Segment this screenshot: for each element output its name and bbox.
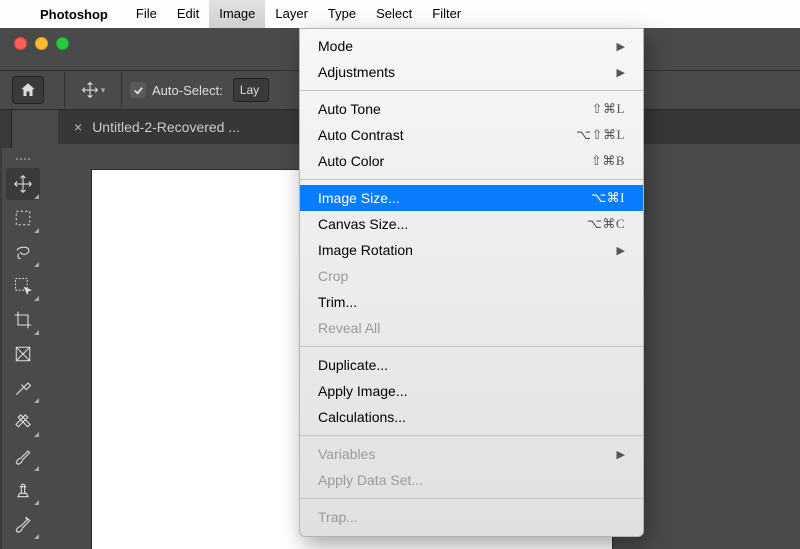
menu-item-shortcut: ⌥⇧⌘L (576, 127, 625, 143)
menu-filter[interactable]: Filter (422, 0, 471, 28)
crop-tool[interactable] (6, 304, 40, 336)
checkbox-checked-icon (130, 82, 146, 98)
image-menu-dropdown: Mode▶Adjustments▶Auto Tone⇧⌘LAuto Contra… (299, 28, 644, 537)
auto-select-target-dropdown[interactable]: Lay (233, 78, 269, 102)
menu-item-label: Image Rotation (318, 242, 617, 258)
menu-file[interactable]: File (126, 0, 167, 28)
home-icon (19, 81, 37, 99)
menu-item-duplicate[interactable]: Duplicate... (300, 352, 643, 378)
menu-item-apply-image[interactable]: Apply Image... (300, 378, 643, 404)
menu-layer[interactable]: Layer (265, 0, 318, 28)
document-tab[interactable]: × Untitled-2-Recovered ... (74, 119, 240, 135)
divider (64, 72, 65, 108)
menu-item-shortcut: ⇧⌘B (591, 153, 625, 169)
menu-separator (300, 435, 643, 436)
menu-type[interactable]: Type (318, 0, 366, 28)
dropdown-value: Lay (240, 83, 259, 97)
menu-separator (300, 346, 643, 347)
menu-item-label: Canvas Size... (318, 216, 587, 232)
mac-menubar: Photoshop File Edit Image Layer Type Sel… (0, 0, 800, 28)
menu-item-label: Duplicate... (318, 357, 625, 373)
menu-item-label: Calculations... (318, 409, 625, 425)
menu-item-label: Auto Contrast (318, 127, 576, 143)
menu-item-label: Auto Color (318, 153, 591, 169)
menu-item-auto-tone[interactable]: Auto Tone⇧⌘L (300, 96, 643, 122)
menu-separator (300, 498, 643, 499)
home-button[interactable] (12, 76, 44, 104)
close-window-button[interactable] (14, 37, 27, 50)
panel-grip-icon[interactable] (16, 158, 30, 160)
menu-separator (300, 90, 643, 91)
menu-item-adjustments[interactable]: Adjustments▶ (300, 59, 643, 85)
menu-item-variables: Variables▶ (300, 441, 643, 467)
menu-item-label: Crop (318, 268, 625, 284)
menu-item-image-size[interactable]: Image Size...⌥⌘I (300, 185, 643, 211)
chevron-right-icon: ▶ (617, 66, 625, 79)
app-name[interactable]: Photoshop (40, 7, 108, 22)
menu-item-trim[interactable]: Trim... (300, 289, 643, 315)
menu-item-label: Variables (318, 446, 617, 462)
eyedropper-tool[interactable] (6, 372, 40, 404)
quick-select-tool[interactable] (6, 270, 40, 302)
document-title: Untitled-2-Recovered ... (92, 119, 240, 135)
menu-item-calculations[interactable]: Calculations... (300, 404, 643, 430)
menu-item-trap: Trap... (300, 504, 643, 530)
close-tab-icon[interactable]: × (74, 119, 82, 135)
clone-stamp-tool[interactable] (6, 474, 40, 506)
minimize-window-button[interactable] (35, 37, 48, 50)
menu-separator (300, 179, 643, 180)
history-brush-tool[interactable] (6, 508, 40, 540)
menu-item-shortcut: ⇧⌘L (592, 101, 625, 117)
lasso-tool[interactable] (6, 236, 40, 268)
menu-item-auto-contrast[interactable]: Auto Contrast⌥⇧⌘L (300, 122, 643, 148)
menu-item-apply-data-set: Apply Data Set... (300, 467, 643, 493)
menu-item-mode[interactable]: Mode▶ (300, 33, 643, 59)
menu-item-auto-color[interactable]: Auto Color⇧⌘B (300, 148, 643, 174)
zoom-window-button[interactable] (56, 37, 69, 50)
menu-item-label: Auto Tone (318, 101, 592, 117)
window-controls (14, 37, 69, 50)
move-icon (81, 81, 99, 99)
menu-item-label: Apply Data Set... (318, 472, 625, 488)
frame-tool[interactable] (6, 338, 40, 370)
divider (121, 72, 122, 108)
menu-item-label: Adjustments (318, 64, 617, 80)
menu-item-label: Trap... (318, 509, 625, 525)
menu-image[interactable]: Image (209, 0, 265, 28)
healing-brush-tool[interactable] (6, 406, 40, 438)
move-tool[interactable] (6, 168, 40, 200)
chevron-right-icon: ▶ (617, 40, 625, 53)
tool-preset-picker[interactable]: ▾ (73, 75, 113, 105)
menu-item-label: Trim... (318, 294, 625, 310)
menu-item-shortcut: ⌥⌘C (587, 216, 625, 232)
marquee-tool[interactable] (6, 202, 40, 234)
tools-panel (2, 148, 44, 549)
menu-item-label: Mode (318, 38, 617, 54)
auto-select-checkbox[interactable]: Auto-Select: (130, 82, 223, 98)
chevron-right-icon: ▶ (617, 244, 625, 257)
menu-item-reveal-all: Reveal All (300, 315, 643, 341)
brush-tool[interactable] (6, 440, 40, 472)
auto-select-label: Auto-Select: (152, 83, 223, 98)
menu-item-canvas-size[interactable]: Canvas Size...⌥⌘C (300, 211, 643, 237)
menu-item-image-rotation[interactable]: Image Rotation▶ (300, 237, 643, 263)
menu-item-label: Apply Image... (318, 383, 625, 399)
chevron-right-icon: ▶ (617, 448, 625, 461)
menu-item-label: Reveal All (318, 320, 625, 336)
menu-item-shortcut: ⌥⌘I (591, 190, 625, 206)
menu-item-crop: Crop (300, 263, 643, 289)
chevron-down-icon: ▾ (101, 85, 106, 96)
menu-item-label: Image Size... (318, 190, 591, 206)
menu-edit[interactable]: Edit (167, 0, 209, 28)
menu-select[interactable]: Select (366, 0, 422, 28)
